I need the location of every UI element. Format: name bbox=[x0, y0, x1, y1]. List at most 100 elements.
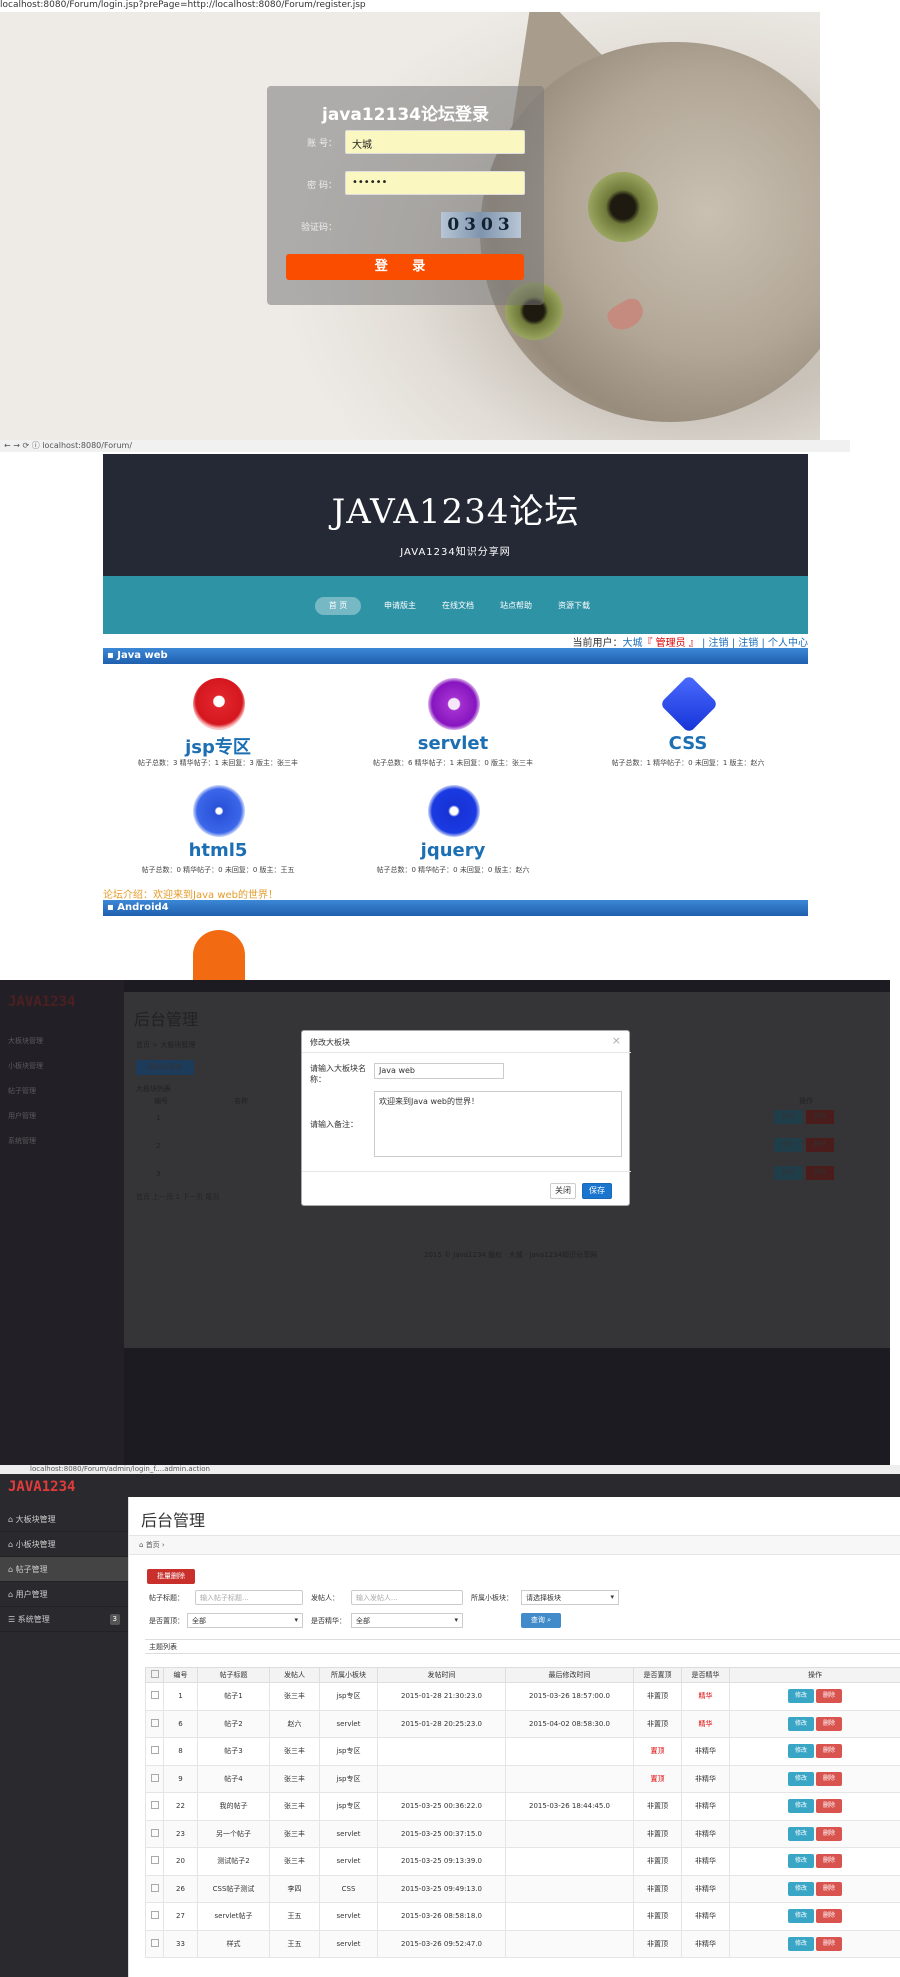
row-select[interactable] bbox=[145, 1847, 164, 1876]
bulk-delete-button[interactable]: 批量删除 bbox=[147, 1569, 195, 1584]
edit-button[interactable]: 修改 bbox=[788, 1799, 814, 1814]
delete-button[interactable]: 删除 bbox=[806, 1138, 834, 1152]
breadcrumb-home[interactable]: 首页 bbox=[146, 1541, 160, 1549]
board-card[interactable]: jsp专区 帖子总数：3 精华帖子：1 未回复：3 版主：张三丰 bbox=[103, 678, 333, 778]
top-filter-select[interactable]: 全部 ▾ bbox=[187, 1613, 303, 1628]
board-name[interactable]: servlet bbox=[338, 733, 568, 754]
row-select[interactable] bbox=[145, 1902, 164, 1931]
browser-url[interactable]: localhost:8080/Forum/admin/login_f....ad… bbox=[0, 1465, 900, 1474]
board-name[interactable]: CSS bbox=[573, 733, 803, 754]
row-select[interactable] bbox=[145, 1819, 164, 1848]
query-button[interactable]: 查询 ⌕ bbox=[521, 1613, 561, 1628]
nav-help[interactable]: 站点帮助 bbox=[491, 597, 541, 615]
delete-button[interactable]: 删除 bbox=[816, 1716, 842, 1731]
checkbox[interactable] bbox=[150, 1801, 159, 1810]
breadcrumb[interactable]: 首页 > 大板块管理 bbox=[136, 1040, 195, 1050]
sidebar-item-users[interactable]: ⌂ 用户管理 bbox=[0, 1582, 128, 1607]
edit-button[interactable]: 修改 bbox=[788, 1881, 814, 1896]
save-button[interactable]: 保存 bbox=[582, 1183, 612, 1199]
reload-icon[interactable]: ⟳ bbox=[23, 441, 30, 450]
pagination[interactable]: 首页 上一页 1 下一页 尾页 bbox=[136, 1192, 219, 1202]
checkbox[interactable] bbox=[150, 1746, 159, 1755]
edit-button[interactable]: 修改 bbox=[774, 1166, 802, 1180]
checkbox[interactable] bbox=[150, 1691, 159, 1700]
board-card[interactable]: CSS 帖子总数：1 精华帖子：0 未回复：1 版主：赵六 bbox=[573, 674, 803, 778]
delete-button[interactable]: 删除 bbox=[816, 1854, 842, 1869]
author-filter-input[interactable]: 输入发帖人... bbox=[351, 1590, 463, 1605]
checkbox[interactable] bbox=[150, 1773, 159, 1782]
board-name-input[interactable]: Java web bbox=[374, 1063, 504, 1079]
edit-button[interactable]: 修改 bbox=[788, 1826, 814, 1841]
edit-button[interactable]: 修改 bbox=[788, 1689, 814, 1704]
close-button[interactable]: 关闭 bbox=[550, 1183, 576, 1199]
section-filter-select[interactable]: 请选择板块 ▾ bbox=[521, 1590, 619, 1605]
android-board-icon[interactable] bbox=[193, 930, 245, 980]
home-icon[interactable]: ⌂ bbox=[139, 1541, 143, 1549]
delete-button[interactable]: 删除 bbox=[816, 1799, 842, 1814]
nav-apply-moderator[interactable]: 申请版主 bbox=[375, 597, 425, 615]
delete-button[interactable]: 删除 bbox=[816, 1936, 842, 1951]
back-icon[interactable]: ← bbox=[4, 441, 11, 450]
edit-button[interactable]: 修改 bbox=[774, 1138, 802, 1152]
nav-home[interactable]: 首 页 bbox=[315, 597, 361, 615]
edit-button[interactable]: 修改 bbox=[788, 1909, 814, 1924]
row-select[interactable] bbox=[145, 1764, 164, 1793]
delete-button[interactable]: 删除 bbox=[816, 1771, 842, 1786]
edit-button[interactable]: 修改 bbox=[788, 1744, 814, 1759]
row-select[interactable] bbox=[145, 1792, 164, 1821]
sidebar-item[interactable]: 用户管理 bbox=[8, 1111, 36, 1121]
edit-button[interactable]: 修改 bbox=[788, 1854, 814, 1869]
good-filter-select[interactable]: 全部 ▾ bbox=[351, 1613, 463, 1628]
delete-button[interactable]: 删除 bbox=[816, 1744, 842, 1759]
delete-button[interactable]: 删除 bbox=[816, 1689, 842, 1704]
remark-textarea[interactable]: 欢迎来到Java web的世界！ bbox=[374, 1091, 622, 1157]
login-button[interactable]: 登 录 bbox=[286, 254, 524, 280]
board-card[interactable]: html5 帖子总数：0 精华帖子：0 未回复：0 版主：王五 bbox=[103, 785, 333, 885]
edit-button[interactable]: 修改 bbox=[788, 1716, 814, 1731]
board-card[interactable]: jquery 帖子总数：0 精华帖子：0 未回复：0 版主：赵六 bbox=[338, 785, 568, 885]
title-filter-input[interactable]: 输入帖子标题... bbox=[195, 1590, 303, 1605]
row-select[interactable] bbox=[145, 1709, 164, 1738]
edit-button[interactable]: 修改 bbox=[774, 1110, 802, 1124]
row-select[interactable] bbox=[145, 1737, 164, 1766]
nav-online-docs[interactable]: 在线文档 bbox=[433, 597, 483, 615]
row-select[interactable] bbox=[145, 1682, 164, 1711]
add-board-button[interactable]: 添加大板块 bbox=[136, 1060, 194, 1075]
board-name[interactable]: jquery bbox=[338, 840, 568, 861]
checkbox[interactable] bbox=[150, 1670, 159, 1678]
delete-button[interactable]: 删除 bbox=[816, 1881, 842, 1896]
row-select[interactable] bbox=[145, 1874, 164, 1903]
sidebar-item[interactable]: 帖子管理 bbox=[8, 1086, 36, 1096]
password-input[interactable]: •••••• bbox=[345, 171, 525, 195]
url-text[interactable]: localhost:8080/Forum/ bbox=[42, 441, 132, 450]
select-all-header[interactable] bbox=[145, 1667, 164, 1683]
checkbox[interactable] bbox=[150, 1828, 159, 1837]
delete-button[interactable]: 删除 bbox=[806, 1166, 834, 1180]
checkbox[interactable] bbox=[150, 1911, 159, 1920]
board-card[interactable]: servlet 帖子总数：6 精华帖子：1 未回复：0 版主：张三丰 bbox=[338, 678, 568, 778]
captcha-image[interactable]: 0303 bbox=[441, 212, 521, 238]
checkbox[interactable] bbox=[150, 1856, 159, 1865]
delete-button[interactable]: 删除 bbox=[816, 1909, 842, 1924]
sidebar-item-system[interactable]: ☰ 系统管理 3 bbox=[0, 1607, 128, 1632]
delete-button[interactable]: 删除 bbox=[806, 1110, 834, 1124]
account-input[interactable]: 大城 bbox=[345, 130, 525, 154]
sidebar-item[interactable]: 系统管理 bbox=[8, 1136, 36, 1146]
sidebar-item-posts[interactable]: ⌂ 帖子管理 bbox=[0, 1557, 128, 1582]
delete-button[interactable]: 删除 bbox=[816, 1826, 842, 1841]
forward-icon[interactable]: → bbox=[13, 441, 20, 450]
sidebar-item[interactable]: 小板块管理 bbox=[8, 1061, 43, 1071]
nav-downloads[interactable]: 资源下载 bbox=[549, 597, 599, 615]
edit-button[interactable]: 修改 bbox=[788, 1936, 814, 1951]
sidebar-item[interactable]: 大板块管理 bbox=[8, 1036, 43, 1046]
sidebar-item-boards[interactable]: ⌂ 大板块管理 bbox=[0, 1507, 128, 1532]
checkbox[interactable] bbox=[150, 1883, 159, 1892]
checkbox[interactable] bbox=[150, 1938, 159, 1947]
sidebar-item-sub-boards[interactable]: ⌂ 小板块管理 bbox=[0, 1532, 128, 1557]
row-select[interactable] bbox=[145, 1929, 164, 1958]
board-name[interactable]: jsp专区 bbox=[103, 733, 333, 759]
close-icon[interactable]: × bbox=[612, 1034, 621, 1047]
checkbox[interactable] bbox=[150, 1718, 159, 1727]
board-name[interactable]: html5 bbox=[103, 840, 333, 861]
edit-button[interactable]: 修改 bbox=[788, 1771, 814, 1786]
